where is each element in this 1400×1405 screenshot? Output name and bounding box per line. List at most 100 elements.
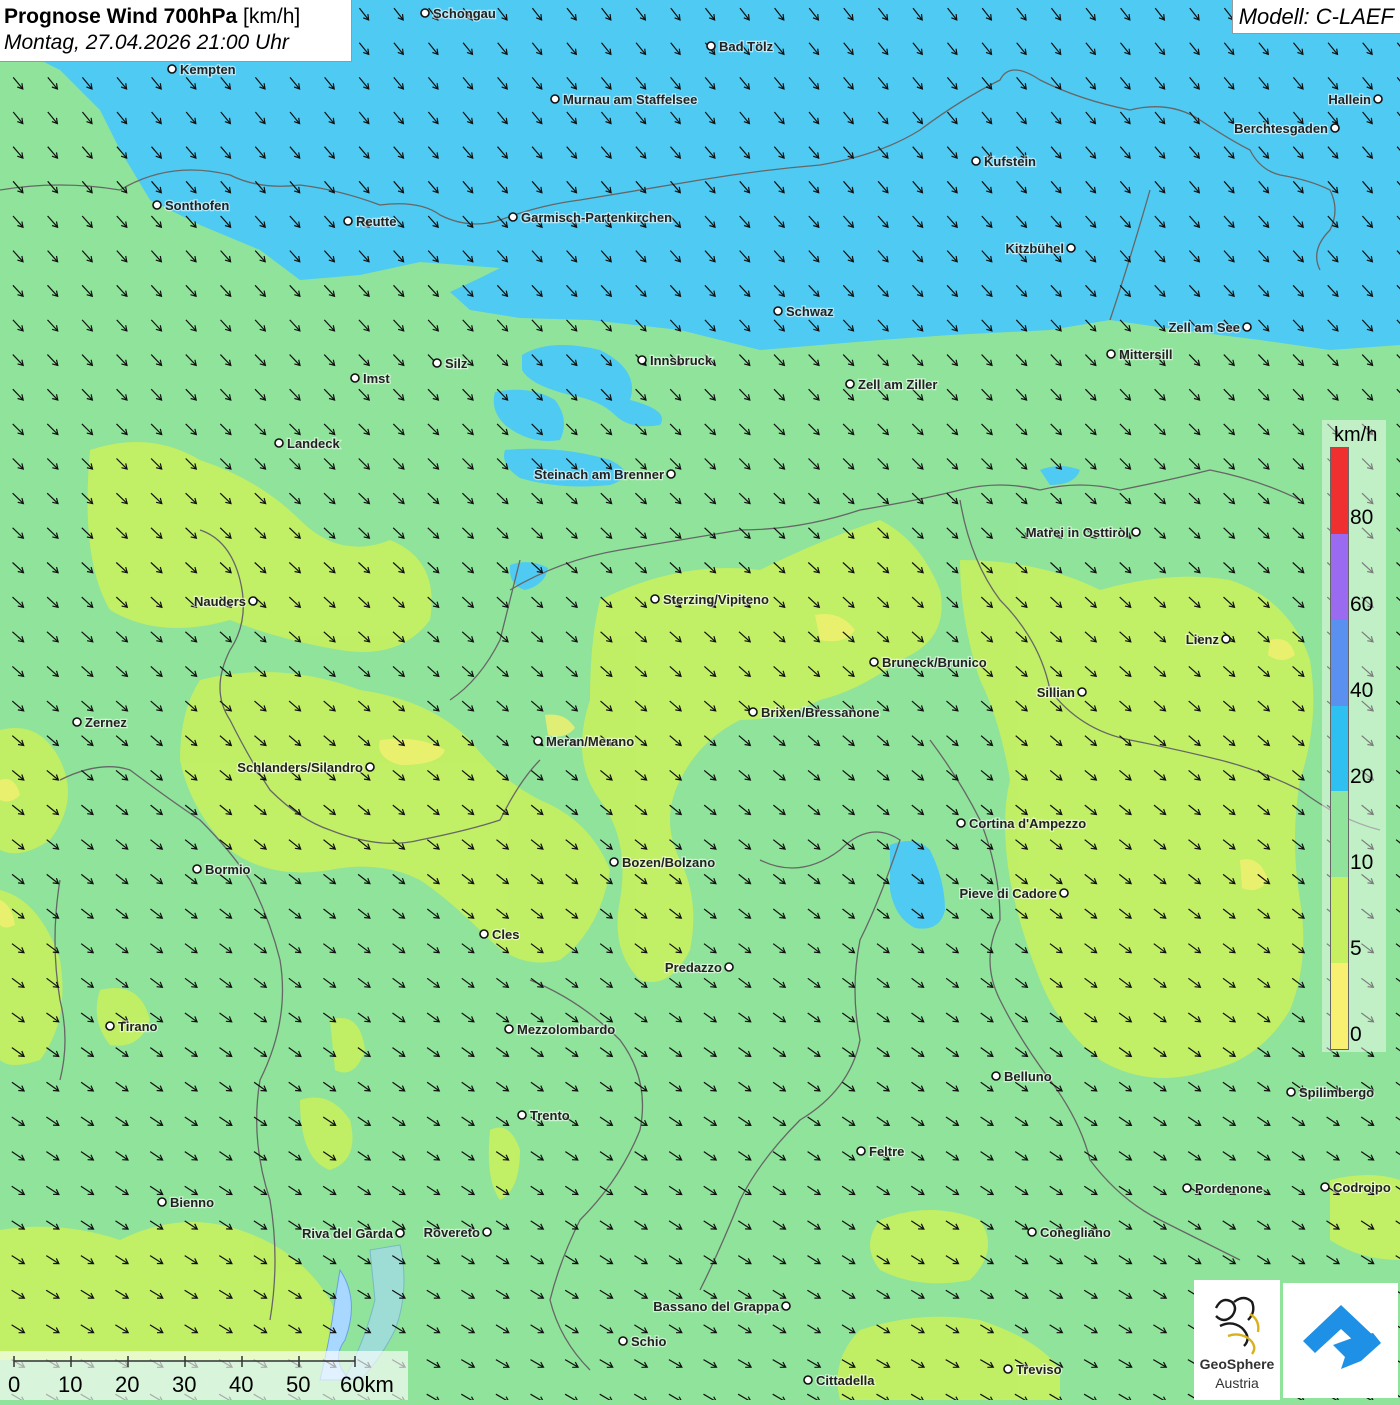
- city-dot: [480, 930, 488, 938]
- city-marker[interactable]: Innsbruck: [638, 353, 713, 368]
- city-dot: [638, 356, 646, 364]
- legend-color-segment: [1331, 706, 1348, 792]
- city-dot: [396, 1229, 404, 1237]
- city-dot: [1374, 95, 1382, 103]
- city-label: Belluno: [1004, 1069, 1052, 1084]
- city-label: Zell am See: [1168, 320, 1240, 335]
- city-dot: [518, 1111, 526, 1119]
- legend-unit: km/h: [1334, 424, 1377, 447]
- forecast-title-unit: [km/h]: [243, 5, 300, 28]
- city-marker[interactable]: Cortina d'Ampezzo: [957, 816, 1086, 831]
- city-label: Landeck: [287, 436, 341, 451]
- city-marker[interactable]: Mezzolombardo: [505, 1022, 615, 1037]
- city-label: Spilimbergo: [1299, 1085, 1374, 1100]
- city-label: Feltre: [869, 1144, 904, 1159]
- city-label: Pordenone: [1195, 1181, 1263, 1196]
- city-marker[interactable]: Sterzing/Vipiteno: [651, 592, 769, 607]
- city-dot: [1132, 528, 1140, 536]
- city-marker[interactable]: Riva del Garda: [302, 1226, 404, 1241]
- city-dot: [1067, 244, 1075, 252]
- geosphere-logo[interactable]: GeoSphere Austria: [1194, 1280, 1280, 1400]
- city-dot: [193, 865, 201, 873]
- city-marker[interactable]: Zell am Ziller: [846, 377, 937, 392]
- city-label: Cittadella: [816, 1373, 875, 1388]
- city-marker[interactable]: Sonthofen: [153, 198, 229, 213]
- city-dot: [992, 1072, 1000, 1080]
- city-label: Bormio: [205, 862, 251, 877]
- city-marker[interactable]: Pieve di Cadore: [959, 886, 1068, 901]
- city-label: Kufstein: [984, 154, 1036, 169]
- city-dot: [1321, 1183, 1329, 1191]
- city-label: Bassano del Grappa: [653, 1299, 779, 1314]
- city-dot: [1060, 889, 1068, 897]
- weather-app-logo[interactable]: [1283, 1283, 1398, 1398]
- city-label: Sonthofen: [165, 198, 229, 213]
- model-label: Modell: C-LAEF: [1232, 0, 1400, 34]
- city-dot: [1107, 350, 1115, 358]
- city-dot: [168, 65, 176, 73]
- city-dot: [509, 213, 517, 221]
- city-dot: [505, 1025, 513, 1033]
- city-label: Berchtesgaden: [1234, 121, 1328, 136]
- city-dot: [667, 470, 675, 478]
- city-label: Rovereto: [424, 1225, 480, 1240]
- city-label: Mittersill: [1119, 347, 1172, 362]
- city-marker[interactable]: Bozen/Bolzano: [610, 855, 715, 870]
- forecast-title-box: Prognose Wind 700hPa [km/h] Montag, 27.0…: [0, 0, 352, 62]
- city-marker[interactable]: Brixen/Bressanone: [749, 705, 880, 720]
- city-dot: [782, 1302, 790, 1310]
- city-marker[interactable]: Bassano del Grappa: [653, 1299, 790, 1314]
- city-label: Schlanders/Silandro: [237, 760, 363, 775]
- city-label: Garmisch-Partenkirchen: [521, 210, 672, 225]
- city-marker[interactable]: Zell am See: [1168, 320, 1251, 335]
- city-dot: [804, 1376, 812, 1384]
- city-marker[interactable]: Meran/Merano: [534, 734, 634, 749]
- city-marker[interactable]: Spilimbergo: [1287, 1085, 1374, 1100]
- legend-color-segment: [1331, 877, 1348, 963]
- city-label: Lienz: [1186, 632, 1220, 647]
- legend-label-20: 20: [1350, 765, 1373, 789]
- city-label: Schwaz: [786, 304, 834, 319]
- legend-colorbar: [1330, 447, 1349, 1050]
- city-marker[interactable]: Conegliano: [1028, 1225, 1111, 1240]
- forecast-title-main: Prognose Wind 700hPa: [4, 5, 237, 28]
- city-marker[interactable]: Murnau am Staffelsee: [551, 92, 697, 107]
- city-marker[interactable]: Schongau: [421, 6, 496, 21]
- city-dot: [1243, 323, 1251, 331]
- city-marker[interactable]: Matrei in Osttirol: [1026, 525, 1140, 540]
- city-label: Riva del Garda: [302, 1226, 394, 1241]
- geosphere-logo-line2: Austria: [1194, 1375, 1280, 1391]
- legend-color-segment: [1331, 534, 1348, 620]
- city-label: Bruneck/Brunico: [882, 655, 987, 670]
- city-marker[interactable]: Pordenone: [1183, 1181, 1263, 1196]
- city-label: Bienno: [170, 1195, 214, 1210]
- city-marker[interactable]: Berchtesgaden: [1234, 121, 1339, 136]
- city-label: Predazzo: [665, 960, 722, 975]
- city-label: Bad Tölz: [719, 39, 774, 54]
- city-dot: [551, 95, 559, 103]
- city-marker[interactable]: Garmisch-Partenkirchen: [509, 210, 672, 225]
- city-dot: [1183, 1184, 1191, 1192]
- city-label: Innsbruck: [650, 353, 713, 368]
- city-dot: [846, 380, 854, 388]
- city-label: Imst: [363, 371, 390, 386]
- city-dot: [1331, 124, 1339, 132]
- city-marker[interactable]: Schlanders/Silandro: [237, 760, 374, 775]
- city-dot: [749, 708, 757, 716]
- scale-label-40: 40: [229, 1372, 253, 1398]
- city-marker[interactable]: Bruneck/Brunico: [870, 655, 987, 670]
- city-marker[interactable]: Steinach am Brenner: [534, 467, 675, 482]
- wind-map: SchongauBad TölzKemptenMurnau am Staffel…: [0, 0, 1400, 1400]
- city-label: Bozen/Bolzano: [622, 855, 715, 870]
- city-label: Kitzbühel: [1006, 241, 1065, 256]
- legend-label-5: 5: [1350, 937, 1362, 961]
- legend-label-0: 0: [1350, 1023, 1362, 1047]
- scale-label-50: 50: [286, 1372, 310, 1398]
- city-dot: [1222, 635, 1230, 643]
- city-dot: [421, 9, 429, 17]
- scale-label-20: 20: [115, 1372, 139, 1398]
- scale-label-10: 10: [58, 1372, 82, 1398]
- city-label: Treviso: [1016, 1362, 1062, 1377]
- city-dot: [483, 1228, 491, 1236]
- city-label: Hallein: [1328, 92, 1371, 107]
